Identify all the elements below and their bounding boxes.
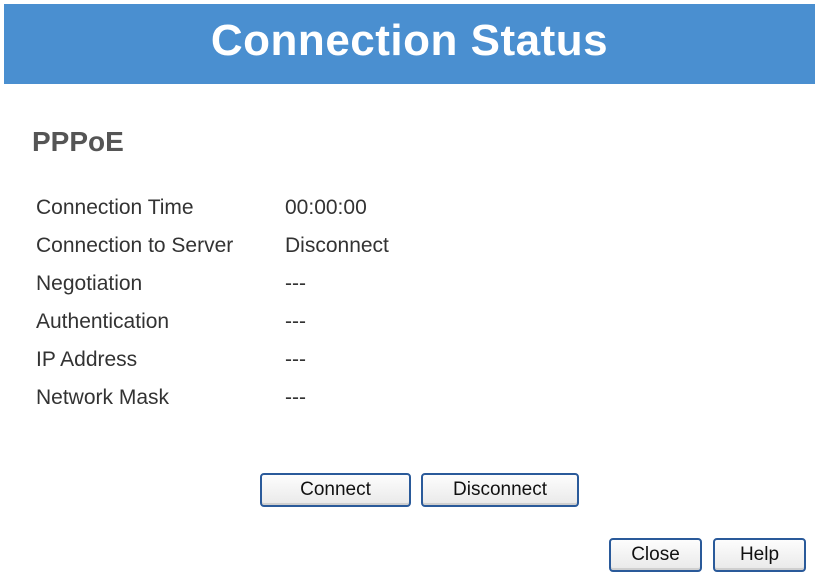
status-row-authentication: Authentication --- bbox=[36, 303, 485, 341]
status-label: Connection Time bbox=[36, 196, 194, 219]
status-value: 00:00:00 bbox=[285, 196, 367, 219]
status-row-negotiation: Negotiation --- bbox=[36, 265, 485, 303]
status-row-connection-to-server: Connection to Server Disconnect bbox=[36, 227, 485, 265]
status-value: --- bbox=[285, 310, 306, 333]
connect-button[interactable]: Connect bbox=[260, 473, 411, 507]
status-label: Negotiation bbox=[36, 272, 143, 295]
status-table: Connection Time 00:00:00 Connection to S… bbox=[36, 189, 485, 417]
page-title: Connection Status bbox=[210, 16, 609, 65]
status-value: Disconnect bbox=[285, 234, 389, 257]
status-row-network-mask: Network Mask --- bbox=[36, 379, 485, 417]
status-label: IP Address bbox=[36, 348, 138, 371]
status-row-ip-address: IP Address --- bbox=[36, 341, 485, 379]
status-row-connection-time: Connection Time 00:00:00 bbox=[36, 189, 485, 227]
status-value: --- bbox=[285, 272, 306, 295]
status-value: --- bbox=[285, 348, 306, 371]
status-value: --- bbox=[285, 386, 306, 409]
help-button[interactable]: Help bbox=[713, 538, 806, 572]
disconnect-button[interactable]: Disconnect bbox=[421, 473, 579, 507]
status-label: Network Mask bbox=[36, 386, 170, 409]
status-label: Connection to Server bbox=[36, 234, 234, 257]
section-title: PPPoE bbox=[32, 126, 124, 157]
close-button[interactable]: Close bbox=[609, 538, 702, 572]
status-label: Authentication bbox=[36, 310, 170, 333]
header-bar: Connection Status bbox=[4, 4, 815, 84]
